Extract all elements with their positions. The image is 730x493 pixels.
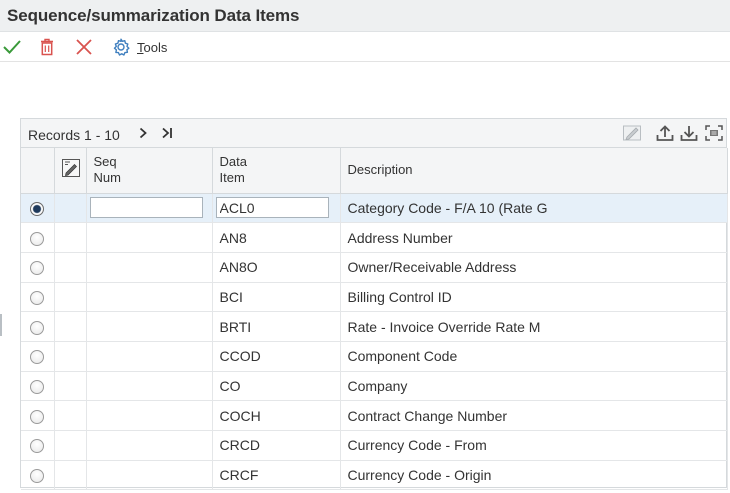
seq-num-cell (86, 460, 213, 491)
row-edit-cell (54, 193, 87, 224)
grid-table: SeqNum DataItem Description Category Cod… (21, 148, 728, 491)
table-row[interactable]: CRCD Currency Code - From (21, 430, 728, 461)
description-cell: Category Code - F/A 10 (Rate G (340, 193, 728, 224)
description-cell: Rate - Invoice Override Rate M (340, 311, 728, 342)
seq-num-cell (86, 252, 213, 283)
row-select-radio[interactable] (30, 439, 45, 454)
row-edit-cell (54, 311, 87, 342)
row-edit-cell (54, 222, 87, 253)
toolbar: Tools (0, 32, 730, 62)
row-select-radio[interactable] (30, 469, 45, 484)
edit-grid-icon (623, 125, 641, 141)
seq-num-cell (86, 400, 213, 431)
upload-button[interactable] (654, 123, 676, 143)
personalize-grid-button[interactable] (621, 123, 643, 143)
table-row[interactable]: BCI Billing Control ID (21, 282, 728, 313)
table-row[interactable]: CCOD Component Code (21, 341, 728, 372)
download-button[interactable] (678, 123, 700, 143)
table-row[interactable]: AN8O Owner/Receivable Address (21, 252, 728, 283)
row-select-radio[interactable] (30, 380, 45, 395)
description-cell: Owner/Receivable Address (340, 252, 728, 283)
description-cell: Billing Control ID (340, 282, 728, 313)
check-icon (3, 40, 21, 54)
description-column-header[interactable]: Description (340, 148, 728, 194)
select-column-header (21, 148, 55, 194)
row-select-radio[interactable] (30, 320, 45, 335)
row-edit-cell (54, 460, 87, 491)
chevron-right-icon (139, 127, 147, 139)
description-cell: Contract Change Number (340, 400, 728, 431)
last-page-button[interactable] (160, 125, 174, 141)
seq-num-cell (86, 430, 213, 461)
data-item-cell: CRCD (212, 430, 341, 461)
seq-num-cell (86, 222, 213, 253)
grid-header-bar: Records 1 - 10 (21, 119, 726, 148)
description-cell: Currency Code - Origin (340, 460, 728, 491)
seq-num-cell (86, 371, 213, 402)
close-icon (76, 39, 92, 55)
row-select-radio[interactable] (30, 261, 45, 276)
data-item-input[interactable] (215, 197, 329, 219)
row-select-radio[interactable] (30, 409, 45, 424)
splitter-handle[interactable] (0, 314, 2, 336)
grid-column-headers: Seq Num Data Item Description (21, 148, 728, 194)
row-edit-column-header[interactable] (54, 148, 87, 194)
last-page-icon (161, 127, 172, 139)
seq-num-column-header[interactable]: Seq Num (86, 148, 213, 194)
gear-icon (113, 38, 130, 56)
data-grid: Records 1 - 10 Seq Num Data Item Descrip… (20, 118, 728, 491)
data-item-cell: AN8O (212, 252, 341, 283)
row-edit-cell (54, 400, 87, 431)
description-cell: Address Number (340, 222, 728, 253)
data-item-cell: CRCF (212, 460, 341, 491)
table-row[interactable]: CRCF Currency Code - Origin (21, 460, 728, 491)
table-row[interactable]: AN8 Address Number (21, 222, 728, 253)
tools-label: Tools (137, 39, 168, 55)
row-edit-cell (54, 371, 87, 402)
title-bar: Sequence/summarization Data Items (0, 0, 730, 32)
data-item-cell: COCH (212, 400, 341, 431)
row-edit-icon (61, 159, 80, 178)
page-title: Sequence/summarization Data Items (7, 6, 300, 25)
trash-icon (41, 38, 53, 56)
records-count: Records 1 - 10 (28, 127, 120, 143)
row-edit-cell (54, 430, 87, 461)
row-select-radio[interactable] (30, 201, 45, 216)
expand-icon (705, 125, 723, 141)
row-edit-cell (54, 252, 87, 283)
next-page-button[interactable] (136, 125, 150, 141)
tools-button[interactable]: Tools (111, 37, 167, 57)
seq-num-cell (86, 341, 213, 372)
seq-num-cell (86, 282, 213, 313)
table-row[interactable]: COCH Contract Change Number (21, 400, 728, 431)
seq-num-input[interactable] (89, 197, 203, 219)
cancel-button[interactable] (73, 37, 95, 57)
row-edit-cell (54, 341, 87, 372)
row-select-radio[interactable] (30, 350, 45, 365)
row-edit-cell (54, 282, 87, 313)
data-item-cell: CCOD (212, 341, 341, 372)
maximize-grid-button[interactable] (703, 123, 725, 143)
download-icon (680, 126, 698, 141)
seq-num-cell (86, 311, 213, 342)
data-item-column-header[interactable]: Data Item (212, 148, 341, 194)
table-row[interactable]: Category Code - F/A 10 (Rate G (21, 193, 728, 224)
table-row[interactable]: CO Company (21, 371, 728, 402)
row-select-radio[interactable] (30, 231, 45, 246)
data-item-cell: BCI (212, 282, 341, 313)
table-row[interactable]: BRTI Rate - Invoice Override Rate M (21, 311, 728, 342)
description-cell: Component Code (340, 341, 728, 372)
description-cell: Currency Code - From (340, 430, 728, 461)
row-select-radio[interactable] (30, 291, 45, 306)
upload-icon (656, 125, 674, 141)
data-item-cell: AN8 (212, 222, 341, 253)
description-cell: Company (340, 371, 728, 402)
ok-button[interactable] (1, 37, 23, 57)
data-item-cell: BRTI (212, 311, 341, 342)
delete-button[interactable] (36, 37, 58, 57)
data-item-cell: CO (212, 371, 341, 402)
